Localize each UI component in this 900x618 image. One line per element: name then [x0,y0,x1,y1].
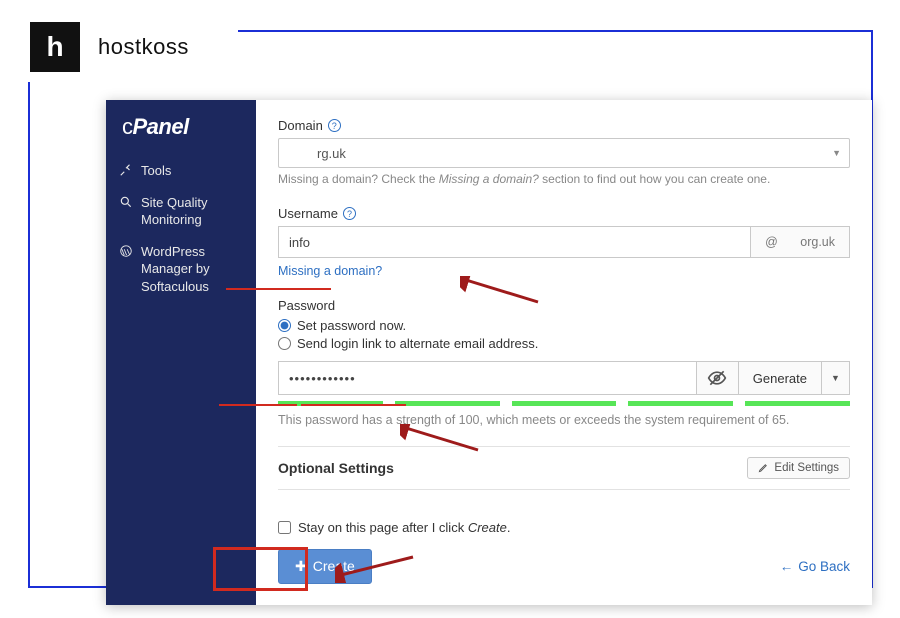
username-label: Username ? [278,206,850,221]
username-input[interactable] [278,226,751,258]
annotation-underline [219,404,297,406]
pencil-icon [758,462,769,473]
radio-set-password-now[interactable]: Set password now. [278,318,850,333]
password-input[interactable] [278,361,697,395]
help-icon[interactable]: ? [343,207,356,220]
cpanel-logo: cPanel [118,114,244,140]
cpanel-window: cPanel Tools Site Quality Monitoring Wor… [106,100,872,605]
help-icon[interactable]: ? [328,119,341,132]
annotation-arrow [460,276,540,311]
password-label: Password [278,298,850,313]
brand-logo: h [30,22,80,72]
annotation-underline [226,288,331,290]
edit-settings-button[interactable]: Edit Settings [747,457,850,479]
password-strength-text: This password has a strength of 100, whi… [278,412,850,430]
tools-icon [118,162,133,180]
stay-on-page-checkbox[interactable]: Stay on this page after I click Create. [278,520,850,535]
generate-password-button[interactable]: Generate [739,361,822,395]
annotation-underline [301,404,406,406]
domain-hint: Missing a domain? Check the Missing a do… [278,172,850,186]
sidebar: cPanel Tools Site Quality Monitoring Wor… [106,100,256,605]
username-suffix: @ org.uk [751,226,850,258]
generate-options-caret[interactable]: ▼ [822,361,850,395]
search-icon [118,194,133,229]
domain-select[interactable]: rg.uk [278,138,850,168]
radio-send-login-link[interactable]: Send login link to alternate email addre… [278,336,850,351]
domain-label: Domain ? [278,118,850,133]
annotation-arrow [400,424,480,459]
sidebar-item-site-quality[interactable]: Site Quality Monitoring [118,194,244,229]
main-panel: Domain ? rg.uk Missing a domain? Check t… [256,100,872,605]
wordpress-icon [118,243,133,296]
radio-input[interactable] [278,319,291,332]
sidebar-item-label: Site Quality Monitoring [141,194,244,229]
optional-settings-heading: Optional Settings [278,460,394,476]
annotation-highlight-box [213,547,308,591]
watermark-brand: h hostkoss [18,12,238,82]
go-back-link[interactable]: ← Go Back [780,559,850,574]
sidebar-item-label: Tools [141,162,171,180]
eye-off-icon [707,368,727,388]
radio-input[interactable] [278,337,291,350]
checkbox-input[interactable] [278,521,291,534]
toggle-visibility-button[interactable] [697,361,739,395]
sidebar-item-tools[interactable]: Tools [118,162,244,180]
missing-domain-link[interactable]: Missing a domain? [278,264,382,278]
arrow-left-icon: ← [780,559,794,574]
brand-name: hostkoss [98,34,189,60]
annotation-arrow [335,553,415,588]
